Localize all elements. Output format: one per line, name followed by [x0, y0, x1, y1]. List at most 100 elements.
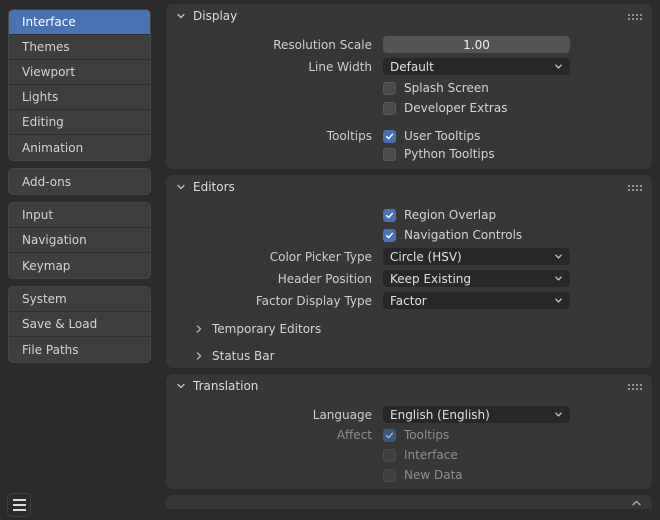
header-position-row: Header Position Keep Existing: [166, 270, 652, 287]
header-position-value: Keep Existing: [390, 272, 550, 286]
chevron-down-icon: [554, 296, 563, 305]
color-picker-type-dropdown[interactable]: Circle (HSV): [383, 248, 570, 265]
python-tooltips-label: Python Tooltips: [404, 147, 495, 161]
panel-display: Display Resolution Scale 1.00 Line Width…: [166, 4, 652, 169]
color-picker-type-row: Color Picker Type Circle (HSV): [166, 248, 652, 265]
chevron-down-icon: [554, 410, 563, 419]
chevron-down-icon: [176, 182, 186, 192]
sidebar-item-keymap[interactable]: Keymap: [9, 253, 150, 278]
preferences-menu-button[interactable]: [7, 493, 31, 517]
language-dropdown[interactable]: English (English): [383, 406, 570, 423]
chevron-down-icon: [554, 274, 563, 283]
splash-screen-checkbox[interactable]: [383, 82, 396, 95]
affect-interface-label: Interface: [404, 448, 458, 462]
developer-extras-row: Developer Extras: [166, 101, 652, 115]
chevron-right-icon: [194, 351, 204, 361]
affect-interface-checkbox[interactable]: [383, 449, 396, 462]
sidebar-item-label: Interface: [22, 15, 76, 29]
sidebar-item-interface[interactable]: Interface: [9, 10, 150, 35]
user-tooltips-checkbox[interactable]: [383, 130, 396, 143]
resolution-scale-row: Resolution Scale 1.00: [166, 36, 652, 53]
sidebar-group-addons: Add-ons: [8, 168, 151, 195]
panel-title: Translation: [193, 379, 258, 393]
panel-header-display[interactable]: Display: [166, 4, 652, 28]
language-value: English (English): [390, 408, 550, 422]
line-width-dropdown[interactable]: Default: [383, 58, 570, 75]
sidebar-item-viewport[interactable]: Viewport: [9, 60, 150, 85]
panel-header-translation[interactable]: Translation: [166, 374, 652, 398]
preferences-main-area: Display Resolution Scale 1.00 Line Width…: [166, 4, 652, 509]
chevron-down-icon: [554, 62, 563, 71]
navigation-controls-label: Navigation Controls: [404, 228, 522, 242]
language-label: Language: [166, 408, 372, 422]
sidebar-item-file-paths[interactable]: File Paths: [9, 337, 150, 362]
panel-editors: Editors Region Overlap Navigation Contro…: [166, 175, 652, 368]
affect-new-data-row: New Data: [166, 468, 652, 482]
panel-drag-handle-icon[interactable]: [627, 184, 642, 191]
factor-display-type-dropdown[interactable]: Factor: [383, 292, 570, 309]
resolution-scale-value: 1.00: [463, 38, 490, 52]
sidebar-item-themes[interactable]: Themes: [9, 35, 150, 60]
developer-extras-checkbox[interactable]: [383, 102, 396, 115]
chevron-right-icon: [194, 324, 204, 334]
sidebar-item-label: Save & Load: [22, 317, 97, 331]
subpanel-temporary-editors[interactable]: Temporary Editors: [166, 319, 652, 339]
chevron-down-icon: [176, 381, 186, 391]
navigation-controls-checkbox[interactable]: [383, 229, 396, 242]
factor-display-type-row: Factor Display Type Factor: [166, 292, 652, 309]
line-width-label: Line Width: [166, 60, 372, 74]
resolution-scale-field[interactable]: 1.00: [383, 36, 570, 53]
panel-title: Display: [193, 9, 237, 23]
chevron-down-icon: [554, 252, 563, 261]
sidebar-item-label: Keymap: [22, 259, 70, 273]
sidebar-item-navigation[interactable]: Navigation: [9, 228, 150, 253]
sidebar-item-system[interactable]: System: [9, 287, 150, 312]
python-tooltips-row: Python Tooltips: [166, 147, 652, 161]
sidebar-item-label: Input: [22, 208, 53, 222]
sidebar-item-label: Editing: [22, 115, 64, 129]
sidebar-item-editing[interactable]: Editing: [9, 110, 150, 135]
affect-new-data-checkbox[interactable]: [383, 469, 396, 482]
sidebar-item-label: System: [22, 292, 67, 306]
developer-extras-label: Developer Extras: [404, 101, 507, 115]
region-overlap-checkbox[interactable]: [383, 209, 396, 222]
sidebar-item-addons[interactable]: Add-ons: [9, 169, 150, 194]
chevron-down-icon: [176, 11, 186, 21]
panel-title: Editors: [193, 180, 235, 194]
hamburger-icon: [13, 499, 26, 501]
line-width-row: Line Width Default: [166, 58, 652, 75]
sidebar-item-save-load[interactable]: Save & Load: [9, 312, 150, 337]
splash-screen-row: Splash Screen: [166, 81, 652, 95]
sidebar-item-label: Viewport: [22, 65, 75, 79]
panel-header-editors[interactable]: Editors: [166, 175, 652, 199]
affect-tooltips-row: Affect Tooltips: [166, 428, 652, 442]
panel-drag-handle-icon[interactable]: [627, 383, 642, 390]
sidebar-item-label: Themes: [22, 40, 70, 54]
sidebar-group-input: Input Navigation Keymap: [8, 202, 151, 279]
affect-interface-row: Interface: [166, 448, 652, 462]
affect-tooltips-checkbox[interactable]: [383, 429, 396, 442]
subpanel-title: Status Bar: [212, 349, 275, 363]
line-width-value: Default: [390, 60, 550, 74]
python-tooltips-checkbox[interactable]: [383, 148, 396, 161]
sidebar-group-interface: Interface Themes Viewport Lights Editing…: [8, 9, 151, 161]
header-position-dropdown[interactable]: Keep Existing: [383, 270, 570, 287]
color-picker-type-label: Color Picker Type: [166, 250, 372, 264]
subpanel-status-bar[interactable]: Status Bar: [166, 346, 652, 366]
sidebar-item-lights[interactable]: Lights: [9, 85, 150, 110]
panel-drag-handle-icon[interactable]: [627, 13, 642, 20]
factor-display-type-label: Factor Display Type: [166, 294, 372, 308]
sidebar-item-label: Add-ons: [22, 175, 71, 189]
sidebar-item-animation[interactable]: Animation: [9, 135, 150, 160]
tooltips-group-label: Tooltips: [166, 129, 372, 143]
sidebar-item-input[interactable]: Input: [9, 203, 150, 228]
factor-display-type-value: Factor: [390, 294, 550, 308]
affect-tooltips-label: Tooltips: [404, 428, 449, 442]
sidebar-group-system: System Save & Load File Paths: [8, 286, 151, 363]
splash-screen-label: Splash Screen: [404, 81, 489, 95]
affect-new-data-label: New Data: [404, 468, 463, 482]
preferences-sidebar: Interface Themes Viewport Lights Editing…: [8, 9, 151, 370]
sidebar-item-label: File Paths: [22, 343, 79, 357]
navigation-controls-row: Navigation Controls: [166, 228, 652, 242]
panel-next-clipped[interactable]: [166, 495, 652, 509]
